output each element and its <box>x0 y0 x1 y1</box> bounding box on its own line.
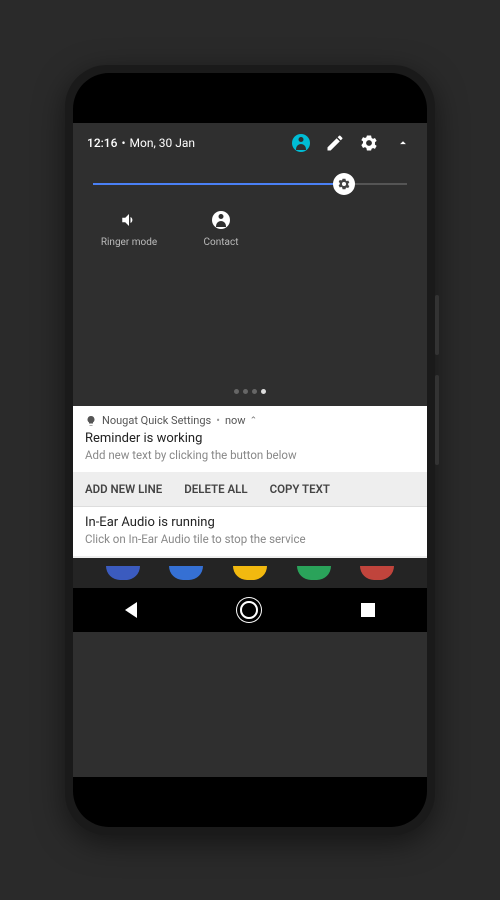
tile-ringer-mode[interactable]: Ringer mode <box>83 209 175 248</box>
phone-side-button <box>435 375 439 465</box>
status-bar: 12:16 • Mon, 30 Jan <box>73 123 427 159</box>
nav-bar <box>73 588 427 632</box>
status-date: Mon, 30 Jan <box>130 136 196 150</box>
notification-card[interactable]: Nougat Quick Settings • now ⌃ Reminder i… <box>73 406 427 558</box>
app-icon <box>297 566 331 580</box>
quick-tiles: Ringer mode Contact <box>73 195 427 262</box>
app-icon <box>169 566 203 580</box>
phone-inner: 12:16 • Mon, 30 Jan <box>73 73 427 827</box>
contact-icon <box>175 209 267 231</box>
nav-recents-icon[interactable] <box>361 603 375 617</box>
phone-frame: 12:16 • Mon, 30 Jan <box>65 65 435 835</box>
app-icon <box>233 566 267 580</box>
brightness-slider[interactable] <box>73 159 427 195</box>
brightness-fill <box>93 183 344 185</box>
status-separator: • <box>121 136 125 150</box>
settings-icon[interactable] <box>359 133 379 153</box>
app-icon <box>360 566 394 580</box>
notification-subtitle: Add new text by clicking the button belo… <box>85 448 415 462</box>
screen: 12:16 • Mon, 30 Jan <box>73 123 427 777</box>
edit-icon[interactable] <box>325 133 345 153</box>
tile-label: Ringer mode <box>83 237 175 248</box>
collapse-icon[interactable] <box>393 133 413 153</box>
notification-title: In-Ear Audio is running <box>85 515 415 530</box>
page-indicator <box>73 262 427 406</box>
app-icon <box>106 566 140 580</box>
chevron-up-icon[interactable]: ⌃ <box>250 416 258 426</box>
notification-header: Nougat Quick Settings • now ⌃ <box>73 406 427 431</box>
nav-home-icon[interactable] <box>240 601 258 619</box>
notification-app: Nougat Quick Settings <box>102 414 211 427</box>
phone-side-button <box>435 295 439 355</box>
app-dock-peek <box>73 558 427 588</box>
nav-back-icon[interactable] <box>125 602 137 618</box>
volume-icon <box>83 209 175 231</box>
tile-contact[interactable]: Contact <box>175 209 267 248</box>
notification-actions: ADD NEW LINE DELETE ALL COPY TEXT <box>73 472 427 506</box>
lightbulb-icon <box>85 415 97 427</box>
notification-subtitle: Click on In-Ear Audio tile to stop the s… <box>85 532 415 546</box>
brightness-thumb[interactable] <box>333 173 355 195</box>
action-add-new-line[interactable]: ADD NEW LINE <box>85 482 162 496</box>
user-icon[interactable] <box>291 133 311 153</box>
tile-label: Contact <box>175 237 267 248</box>
status-time: 12:16 <box>87 136 117 150</box>
notification-title: Reminder is working <box>85 431 415 446</box>
action-delete-all[interactable]: DELETE ALL <box>184 482 247 496</box>
notification-card[interactable]: In-Ear Audio is running Click on In-Ear … <box>73 507 427 558</box>
action-copy-text[interactable]: COPY TEXT <box>270 482 330 496</box>
notification-when: now <box>225 414 246 427</box>
